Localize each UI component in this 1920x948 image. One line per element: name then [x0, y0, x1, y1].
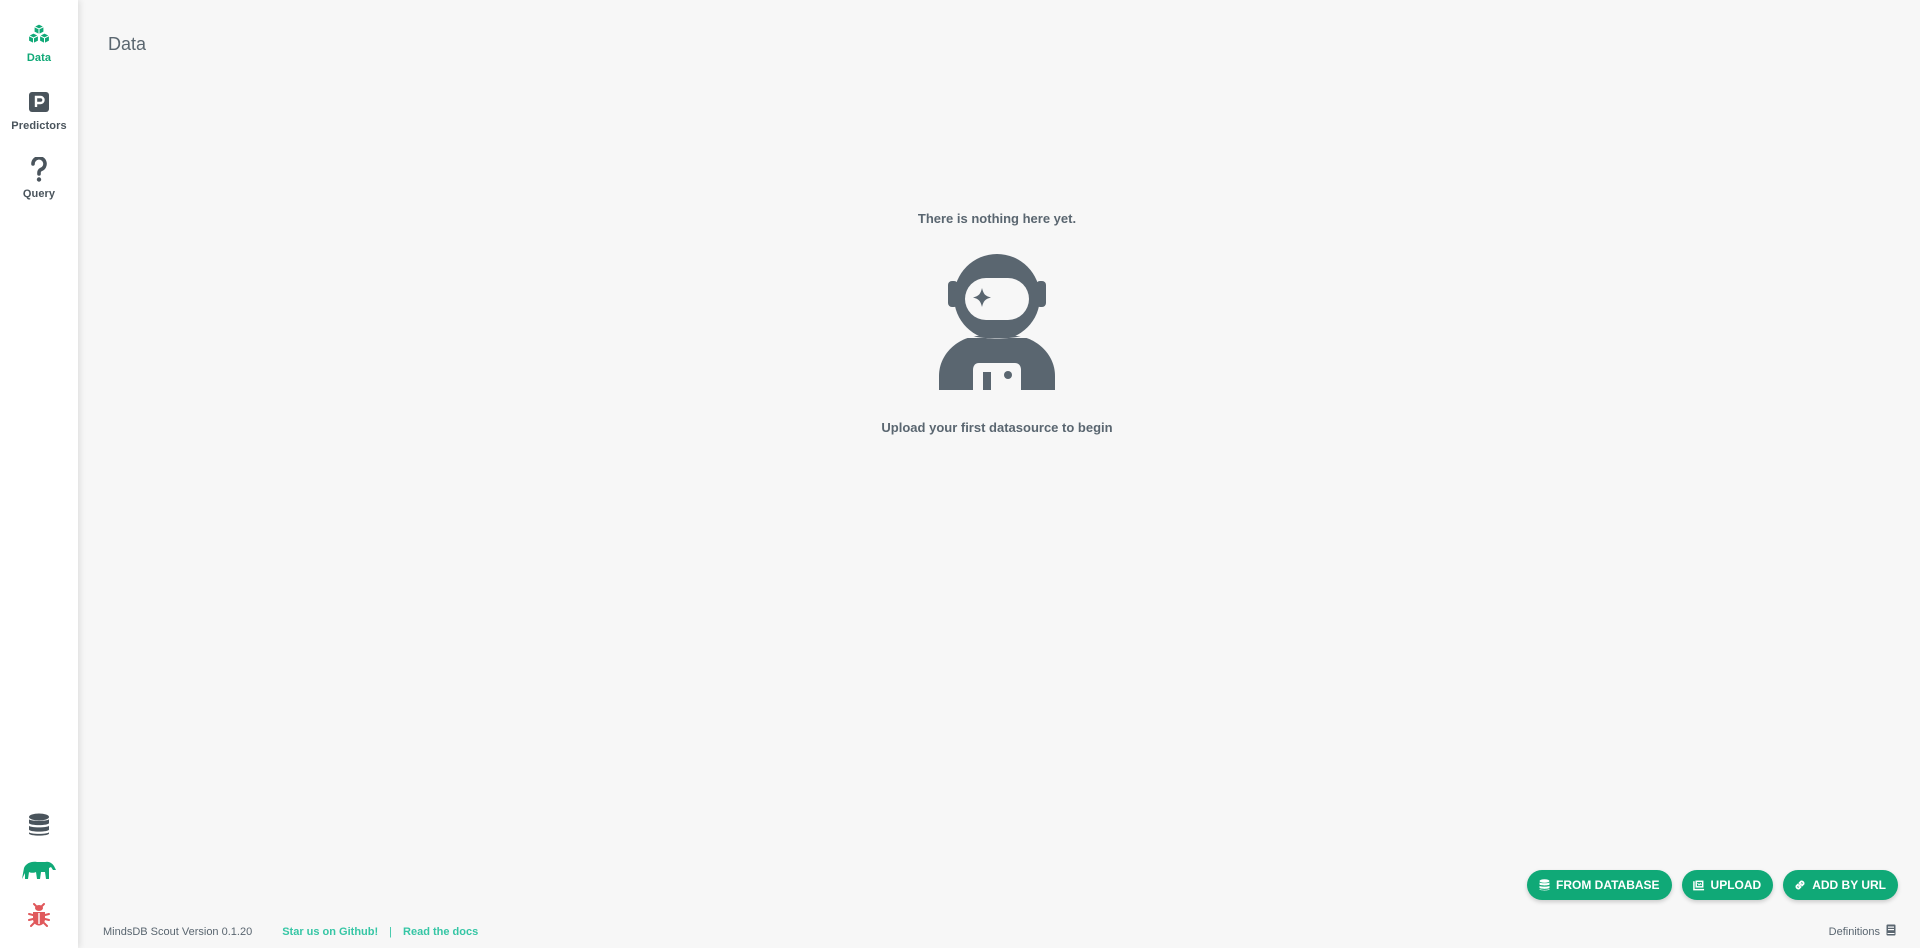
database-icon[interactable]	[0, 808, 78, 842]
add-by-url-label: ADD BY URL	[1812, 878, 1886, 892]
link-icon	[1794, 879, 1806, 891]
sidebar-item-predictors[interactable]: Predictors	[0, 89, 78, 147]
footer-separator: |	[389, 925, 393, 938]
github-link[interactable]: Star us on Github!	[282, 926, 378, 938]
page-title: Data	[108, 34, 147, 55]
docs-link[interactable]: Read the docs	[403, 926, 478, 938]
sidebar-item-query[interactable]: Query	[0, 157, 78, 215]
sidebar-item-label: Query	[22, 188, 56, 200]
definitions-button[interactable]: Definitions	[1829, 924, 1896, 939]
empty-state-title: There is nothing here yet.	[917, 211, 1077, 226]
sidebar-item-label: Data	[26, 52, 52, 64]
sidebar-item-data[interactable]: Data	[0, 21, 78, 79]
from-database-label: FROM DATABASE	[1556, 878, 1660, 892]
astronaut-icon	[937, 254, 1057, 390]
upload-button[interactable]: UPLOAD	[1681, 870, 1774, 900]
mindsdb-logo-icon[interactable]	[0, 853, 78, 887]
empty-state-subtitle: Upload your first datasource to begin	[881, 420, 1113, 435]
predictor-icon	[26, 89, 52, 115]
book-icon	[1886, 924, 1896, 939]
datasource-actions: FROM DATABASE UPLOAD ADD BY URL	[1527, 870, 1898, 900]
sidebar-item-label: Predictors	[11, 120, 67, 132]
definitions-label: Definitions	[1828, 925, 1880, 938]
add-by-url-button[interactable]: ADD BY URL	[1783, 870, 1898, 900]
database-icon	[1538, 879, 1550, 891]
cubes-icon	[26, 21, 52, 47]
sidebar: Data Predictors Query	[0, 0, 78, 948]
question-icon	[26, 157, 52, 183]
empty-state: There is nothing here yet. Upload your f…	[78, 210, 1916, 437]
version-text: MindsDB Scout Version 0.1.20	[103, 925, 253, 938]
upload-label: UPLOAD	[1710, 878, 1762, 892]
footer: MindsDB Scout Version 0.1.20 Star us on …	[78, 915, 1920, 948]
bug-icon[interactable]	[0, 898, 78, 932]
main-content: Data There is nothing here yet. Upload y…	[78, 0, 1920, 948]
upload-icon	[1692, 879, 1705, 891]
from-database-button[interactable]: FROM DATABASE	[1527, 870, 1672, 900]
